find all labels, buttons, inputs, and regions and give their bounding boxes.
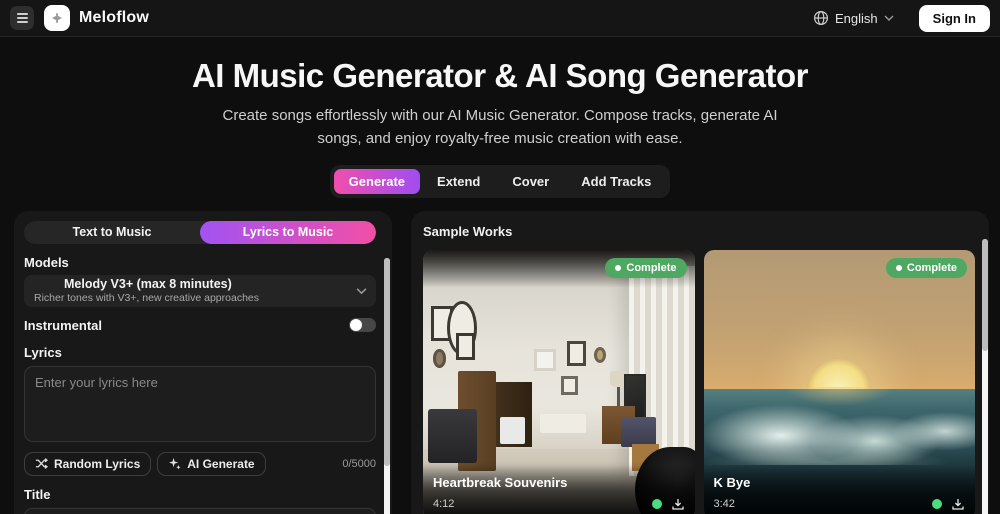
sample-card-k-bye[interactable]: Complete K Bye 3:42	[704, 250, 976, 514]
lyrics-toolbar: Random Lyrics AI Generate 0/5000	[24, 452, 376, 476]
instrumental-label: Instrumental	[24, 318, 102, 333]
random-lyrics-button[interactable]: Random Lyrics	[24, 452, 151, 476]
brand-name: Meloflow	[79, 9, 149, 27]
chevron-down-icon	[884, 15, 894, 21]
scrollbar-thumb[interactable]	[384, 258, 390, 466]
song-title: K Bye	[714, 475, 966, 490]
tab-generate[interactable]: Generate	[334, 169, 420, 194]
song-title-input[interactable]	[24, 508, 376, 514]
ai-generate-label: AI Generate	[187, 457, 254, 471]
status-dot-icon	[615, 265, 621, 271]
random-lyrics-label: Random Lyrics	[54, 457, 140, 471]
scrollbar-thumb[interactable]	[982, 239, 988, 351]
playing-indicator-icon[interactable]	[932, 499, 942, 509]
menu-icon[interactable]	[10, 6, 34, 30]
song-duration: 3:42	[714, 498, 735, 510]
shuffle-icon	[35, 457, 48, 470]
tab-add-tracks[interactable]: Add Tracks	[566, 169, 666, 194]
lyrics-char-counter: 0/5000	[342, 458, 376, 470]
lyrics-label: Lyrics	[24, 345, 376, 360]
instrumental-toggle[interactable]	[349, 318, 376, 332]
mode-text-to-music[interactable]: Text to Music	[24, 221, 200, 244]
status-badge: Complete	[886, 258, 967, 278]
generator-panel: Text to Music Lyrics to Music Models Mel…	[14, 211, 392, 514]
lyrics-input[interactable]	[24, 366, 376, 442]
mode-toggle: Text to Music Lyrics to Music	[24, 221, 376, 244]
download-icon[interactable]	[951, 497, 965, 511]
mode-lyrics-to-music[interactable]: Lyrics to Music	[200, 221, 376, 244]
hero-section: AI Music Generator & AI Song Generator C…	[0, 57, 1000, 198]
sparkles-icon	[168, 457, 181, 470]
song-title: Heartbreak Souvenirs	[433, 475, 685, 490]
instrumental-row: Instrumental	[24, 318, 376, 333]
tab-extend[interactable]: Extend	[422, 169, 495, 194]
status-badge: Complete	[605, 258, 686, 278]
card-caption: Heartbreak Souvenirs 4:12	[423, 465, 695, 514]
toggle-knob	[350, 319, 362, 331]
sample-cards-row-1: Complete Heartbreak Souvenirs 4:12	[423, 250, 975, 514]
playing-indicator-icon[interactable]	[652, 499, 662, 509]
app-logo[interactable]	[44, 5, 70, 31]
download-icon[interactable]	[671, 497, 685, 511]
sample-card-heartbreak-souvenirs[interactable]: Complete Heartbreak Souvenirs 4:12	[423, 250, 695, 514]
left-panel-scrollbar[interactable]	[384, 258, 390, 514]
status-dot-icon	[896, 265, 902, 271]
globe-icon	[813, 10, 829, 26]
top-navbar: Meloflow English Sign In	[0, 0, 1000, 37]
chevron-down-icon	[356, 287, 367, 294]
sample-works-heading: Sample Works	[423, 224, 975, 239]
card-caption: K Bye 3:42	[704, 465, 976, 514]
page-title: AI Music Generator & AI Song Generator	[0, 57, 1000, 95]
sample-works-panel: Sample Works	[411, 211, 989, 514]
models-label: Models	[24, 255, 376, 270]
sign-in-button[interactable]: Sign In	[919, 5, 990, 32]
generator-tab-bar: Generate Extend Cover Add Tracks	[330, 165, 671, 198]
main-content: Text to Music Lyrics to Music Models Mel…	[0, 211, 1000, 514]
title-label: Title	[24, 487, 376, 502]
language-label: English	[835, 11, 878, 26]
status-label: Complete	[907, 262, 957, 274]
status-label: Complete	[626, 262, 676, 274]
ai-generate-button[interactable]: AI Generate	[157, 452, 265, 476]
tab-cover[interactable]: Cover	[497, 169, 564, 194]
language-selector[interactable]: English	[807, 6, 900, 30]
song-duration: 4:12	[433, 498, 454, 510]
logo-icon	[50, 11, 64, 25]
right-panel-scrollbar[interactable]	[982, 239, 988, 514]
model-selected-value: Melody V3+ (max 8 minutes)	[34, 277, 350, 291]
model-select[interactable]: Melody V3+ (max 8 minutes) Richer tones …	[24, 275, 376, 307]
page-subtitle: Create songs effortlessly with our AI Mu…	[208, 104, 793, 151]
model-description: Richer tones with V3+, new creative appr…	[34, 292, 350, 304]
